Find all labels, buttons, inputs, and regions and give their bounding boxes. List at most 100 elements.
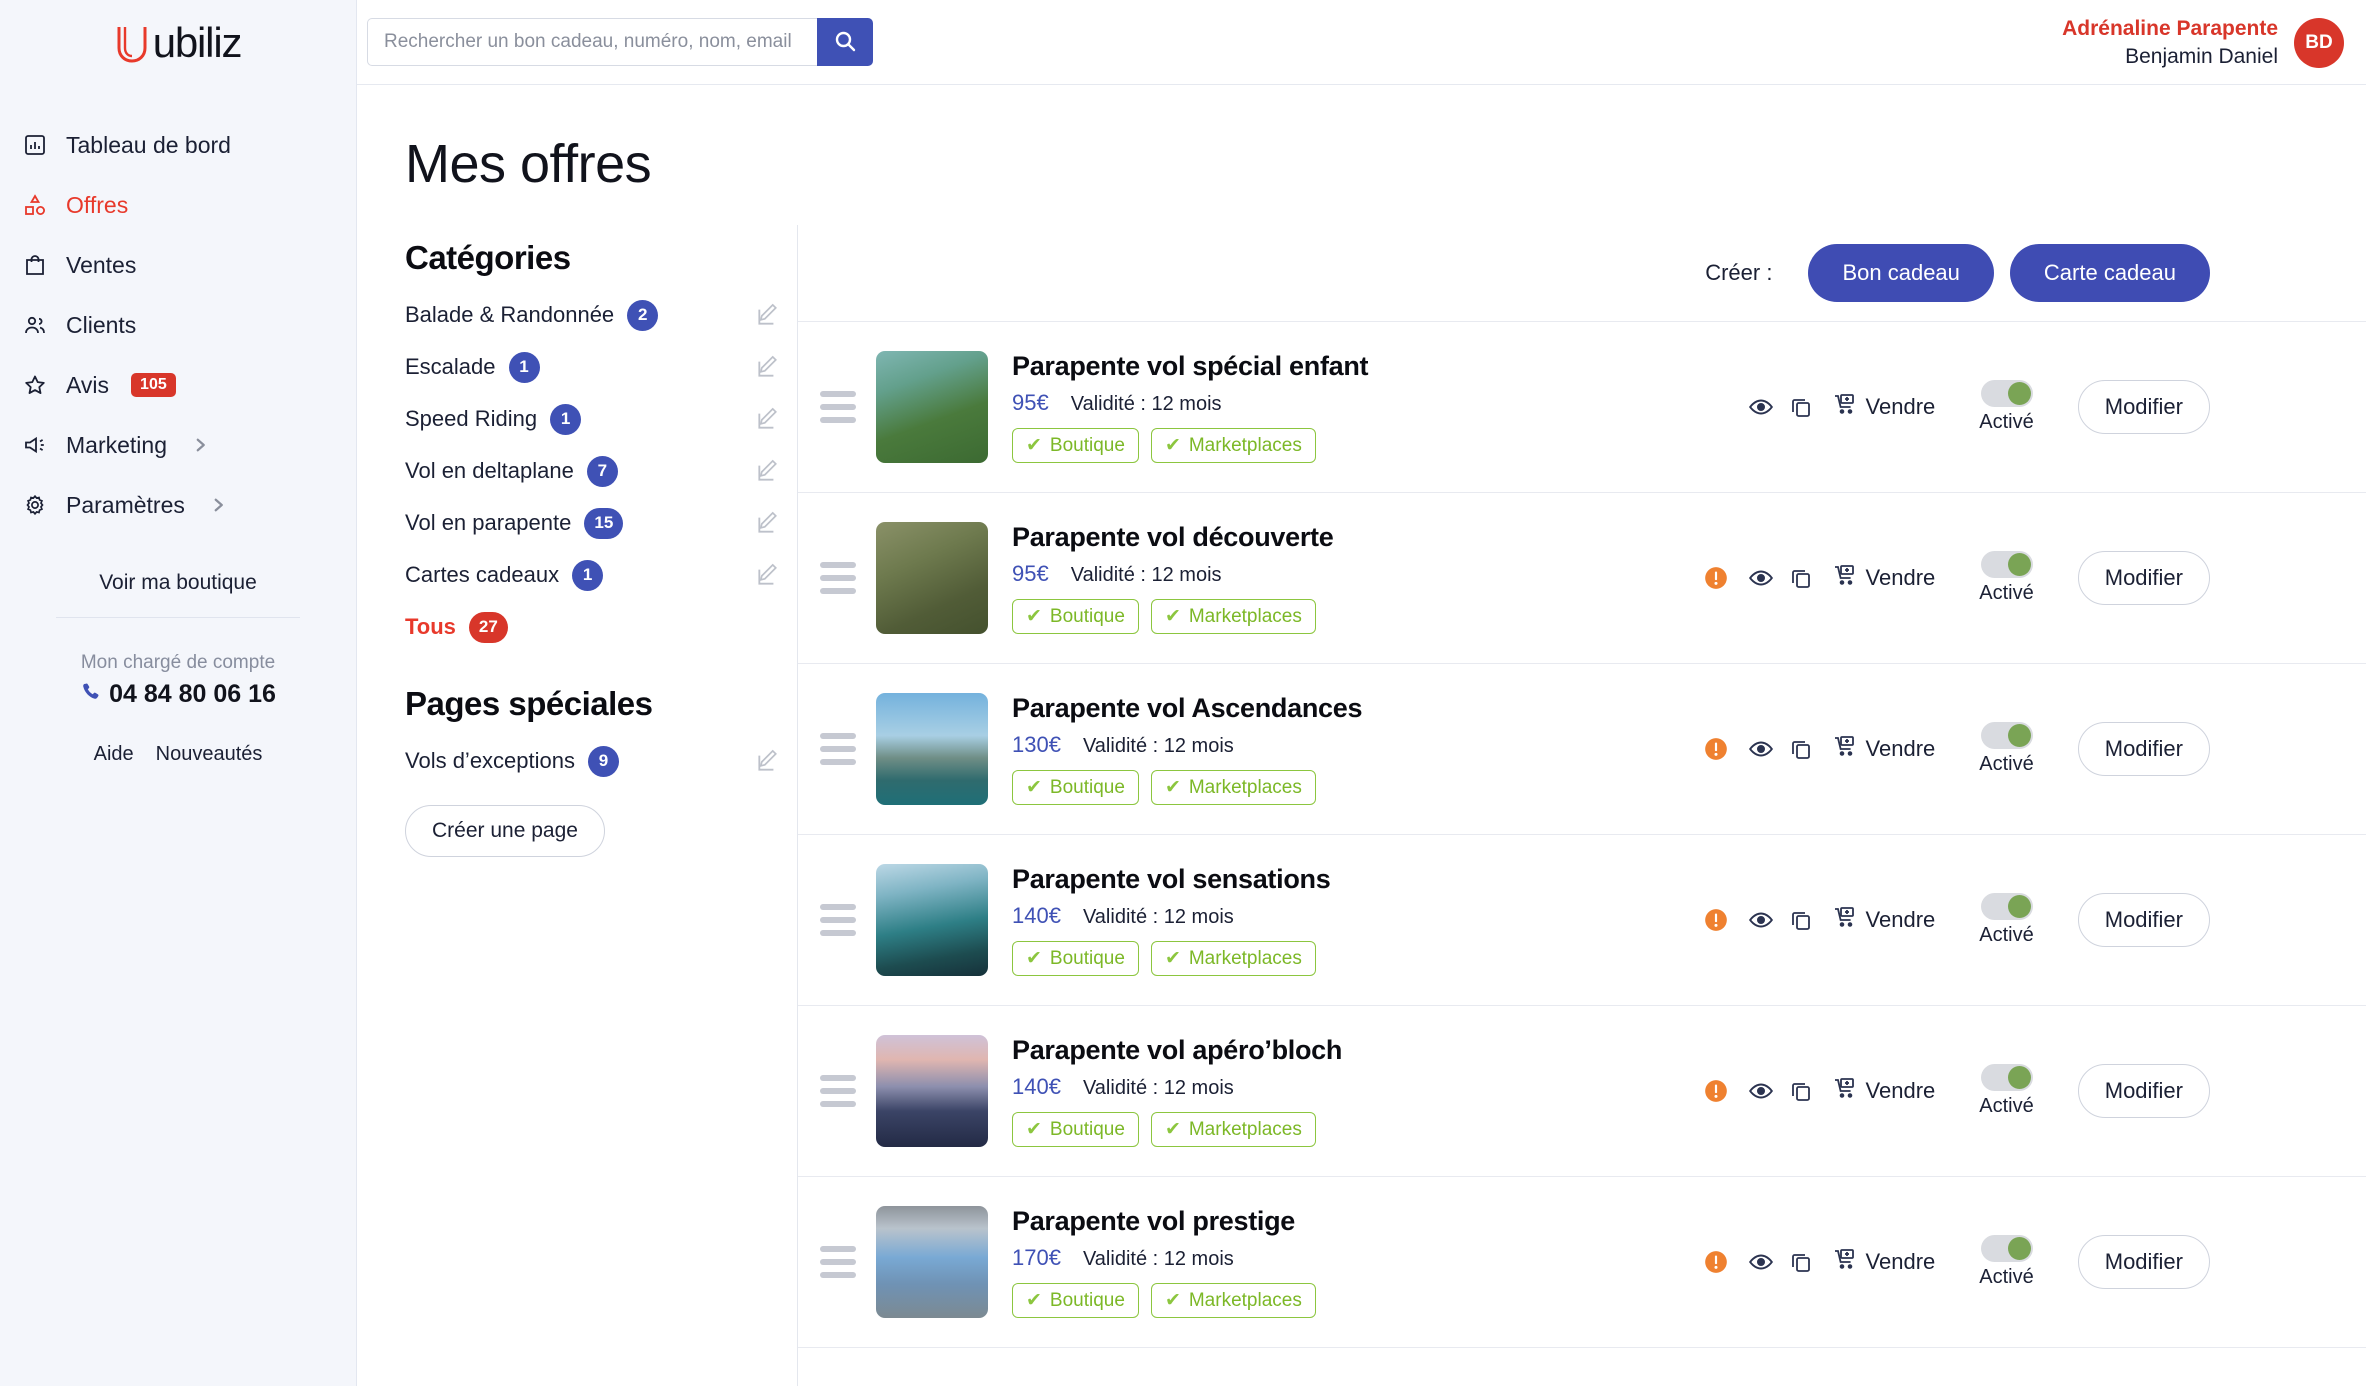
toggle-label: Activé	[1979, 582, 2033, 605]
warning-exclamation-icon[interactable]	[1703, 1078, 1729, 1104]
sell-button[interactable]: Vendre	[1833, 905, 1936, 935]
toggle-label: Activé	[1979, 753, 2033, 776]
offer-row[interactable]: Parapente vol Ascendances 130€ Validité …	[798, 663, 2366, 834]
toggle-track	[1981, 722, 2033, 749]
edit-pencil-icon[interactable]	[755, 510, 781, 536]
eye-icon[interactable]	[1741, 1078, 1781, 1104]
offer-row[interactable]: Parapente vol spécial enfant 95€ Validit…	[798, 321, 2366, 492]
drag-handle-icon[interactable]	[820, 1246, 856, 1278]
cart-plus-icon	[1833, 563, 1857, 593]
offer-enabled-toggle[interactable]: Activé	[1979, 380, 2033, 434]
toggle-label: Activé	[1979, 1266, 2033, 1289]
edit-pencil-icon[interactable]	[755, 458, 781, 484]
sell-label: Vendre	[1866, 565, 1936, 591]
create-page-button[interactable]: Créer une page	[405, 805, 605, 857]
offer-details: Parapente vol découverte 95€ Validité : …	[1012, 522, 1703, 634]
special-page-item-vols-dexceptions[interactable]: Vols d’exceptions 9	[405, 735, 797, 787]
category-item-balade-randonnee[interactable]: Balade & Randonnée 2	[405, 289, 797, 341]
eye-icon[interactable]	[1741, 1249, 1781, 1275]
category-item-vol-en-parapente[interactable]: Vol en parapente 15	[405, 497, 797, 549]
account-manager-phone[interactable]: 04 84 80 06 16	[0, 680, 356, 709]
category-item-cartes-cadeaux[interactable]: Cartes cadeaux 1	[405, 549, 797, 601]
offer-channel-tags: ✔Boutique ✔Marketplaces	[1012, 428, 1703, 463]
brand-logo[interactable]: ubiliz	[0, 0, 356, 85]
offer-enabled-toggle[interactable]: Activé	[1979, 551, 2033, 605]
eye-icon[interactable]	[1741, 907, 1781, 933]
warning-exclamation-icon[interactable]	[1703, 907, 1729, 933]
avatar[interactable]: BD	[2294, 18, 2344, 68]
drag-handle-icon[interactable]	[820, 733, 856, 765]
copy-icon[interactable]	[1781, 566, 1821, 590]
sell-button[interactable]: Vendre	[1833, 734, 1936, 764]
edit-offer-button[interactable]: Modifier	[2078, 551, 2210, 605]
category-item-vol-en-deltaplane[interactable]: Vol en deltaplane 7	[405, 445, 797, 497]
offer-row[interactable]: Parapente vol découverte 95€ Validité : …	[798, 492, 2366, 663]
drag-handle-icon[interactable]	[820, 391, 856, 423]
sell-button[interactable]: Vendre	[1833, 1247, 1936, 1277]
drag-handle-icon[interactable]	[820, 904, 856, 936]
category-item-speed-riding[interactable]: Speed Riding 1	[405, 393, 797, 445]
sidebar-item-avis[interactable]: Avis 105	[0, 355, 356, 415]
category-count: 1	[572, 560, 603, 591]
view-shop-link[interactable]: Voir ma boutique	[0, 557, 356, 609]
news-link[interactable]: Nouveautés	[156, 743, 263, 766]
channel-tag-boutique: ✔Boutique	[1012, 599, 1139, 634]
edit-pencil-icon[interactable]	[755, 406, 781, 432]
offer-validity: Validité : 12 mois	[1083, 735, 1234, 758]
edit-offer-button[interactable]: Modifier	[2078, 1064, 2210, 1118]
offers-toolbar: Créer : Bon cadeau Carte cadeau	[798, 225, 2366, 321]
copy-icon[interactable]	[1781, 395, 1821, 419]
sidebar-item-tableau-de-bord[interactable]: Tableau de bord	[0, 115, 356, 175]
edit-pencil-icon[interactable]	[755, 302, 781, 328]
offer-row[interactable]: Parapente vol sensations 140€ Validité :…	[798, 834, 2366, 1005]
warning-exclamation-icon[interactable]	[1703, 1249, 1729, 1275]
copy-icon[interactable]	[1781, 1079, 1821, 1103]
channel-tag-marketplaces: ✔Marketplaces	[1151, 1283, 1316, 1318]
channel-tag-marketplaces: ✔Marketplaces	[1151, 941, 1316, 976]
sidebar-item-clients[interactable]: Clients	[0, 295, 356, 355]
sidebar-item-ventes[interactable]: Ventes	[0, 235, 356, 295]
user-info[interactable]: Adrénaline Parapente Benjamin Daniel	[2062, 0, 2278, 85]
edit-offer-button[interactable]: Modifier	[2078, 893, 2210, 947]
edit-offer-button[interactable]: Modifier	[2078, 1235, 2210, 1289]
search-input[interactable]	[367, 18, 817, 66]
category-item-tous[interactable]: Tous 27	[405, 601, 797, 653]
create-voucher-button[interactable]: Bon cadeau	[1808, 244, 1993, 302]
eye-icon[interactable]	[1741, 394, 1781, 420]
category-item-escalade[interactable]: Escalade 1	[405, 341, 797, 393]
offer-enabled-toggle[interactable]: Activé	[1979, 1064, 2033, 1118]
drag-handle-icon[interactable]	[820, 562, 856, 594]
copy-icon[interactable]	[1781, 1250, 1821, 1274]
edit-offer-button[interactable]: Modifier	[2078, 722, 2210, 776]
copy-icon[interactable]	[1781, 737, 1821, 761]
offer-row[interactable]: Parapente vol apéro’bloch 140€ Validité …	[798, 1005, 2366, 1176]
search-button[interactable]	[817, 18, 873, 66]
category-count: 1	[550, 404, 581, 435]
eye-icon[interactable]	[1741, 565, 1781, 591]
offer-enabled-toggle[interactable]: Activé	[1979, 722, 2033, 776]
sales-bag-icon	[22, 252, 48, 278]
edit-pencil-icon[interactable]	[755, 562, 781, 588]
create-giftcard-button[interactable]: Carte cadeau	[2010, 244, 2210, 302]
eye-icon[interactable]	[1741, 736, 1781, 762]
copy-icon[interactable]	[1781, 908, 1821, 932]
toggle-track	[1981, 1064, 2033, 1091]
offer-name: Parapente vol apéro’bloch	[1012, 1035, 1703, 1066]
sell-button[interactable]: Vendre	[1833, 1076, 1936, 1106]
edit-offer-button[interactable]: Modifier	[2078, 380, 2210, 434]
offer-enabled-toggle[interactable]: Activé	[1979, 1235, 2033, 1289]
offer-row[interactable]: Parapente vol prestige 170€ Validité : 1…	[798, 1176, 2366, 1347]
help-link[interactable]: Aide	[94, 743, 134, 766]
sell-button[interactable]: Vendre	[1833, 563, 1936, 593]
sidebar-item-parametres[interactable]: Paramètres	[0, 475, 356, 535]
warning-exclamation-icon[interactable]	[1703, 736, 1729, 762]
sidebar-item-marketing[interactable]: Marketing	[0, 415, 356, 475]
sidebar-item-offres[interactable]: Offres	[0, 175, 356, 235]
offer-enabled-toggle[interactable]: Activé	[1979, 893, 2033, 947]
warning-exclamation-icon[interactable]	[1703, 565, 1729, 591]
cart-plus-icon	[1833, 905, 1857, 935]
sell-button[interactable]: Vendre	[1833, 392, 1936, 422]
edit-pencil-icon[interactable]	[755, 354, 781, 380]
edit-pencil-icon[interactable]	[755, 748, 781, 774]
drag-handle-icon[interactable]	[820, 1075, 856, 1107]
